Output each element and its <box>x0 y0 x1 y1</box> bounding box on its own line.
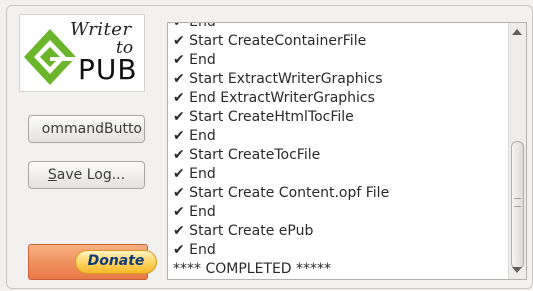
log-line: **** COMPLETED ***** <box>173 261 332 277</box>
command-button-label: ommandButto <box>41 121 142 137</box>
donate-button[interactable]: Donate <box>28 244 157 280</box>
log-textarea[interactable]: ✔ End ✔ Start CreateContainerFile ✔ End … <box>167 22 527 280</box>
log-line: ✔ End <box>173 166 216 182</box>
donate-button-label: Donate <box>87 253 145 269</box>
writer2epub-logo: Writer to PUB <box>19 14 145 92</box>
log-line: ✔ Start ExtractWriterGraphics <box>173 71 383 87</box>
log-line: ✔ Start CreateHtmlTocFile <box>173 109 354 125</box>
scrollbar-grip-icon <box>514 198 521 207</box>
log-line: ✔ Start Create Content.opf File <box>173 185 390 201</box>
log-line: ✔ Start Create ePub <box>173 223 314 239</box>
log-line: ✔ End <box>173 22 216 30</box>
log-line: ✔ End <box>173 52 216 68</box>
scroll-up-arrow-icon[interactable] <box>512 29 522 35</box>
logo-text-writer: Writer <box>70 19 132 40</box>
save-log-mnemonic: S <box>47 167 57 183</box>
save-log-button-label: ave Log... <box>56 167 126 183</box>
scroll-down-arrow-icon[interactable] <box>512 267 522 273</box>
save-log-button[interactable]: Save Log... <box>28 161 145 189</box>
command-button[interactable]: ommandButto <box>28 115 145 143</box>
log-line: ✔ End ExtractWriterGraphics <box>173 90 375 106</box>
logo-text-pub: PUB <box>78 53 138 86</box>
log-vertical-scrollbar[interactable] <box>508 23 526 279</box>
log-lines: ✔ End ✔ Start CreateContainerFile ✔ End … <box>173 22 504 279</box>
log-line: ✔ End <box>173 128 216 144</box>
log-line: ✔ Start CreateContainerFile <box>173 33 367 49</box>
log-line: ✔ End <box>173 204 216 220</box>
log-line: ✔ Start CreateTocFile <box>173 147 321 163</box>
log-line: ✔ End <box>173 242 216 258</box>
